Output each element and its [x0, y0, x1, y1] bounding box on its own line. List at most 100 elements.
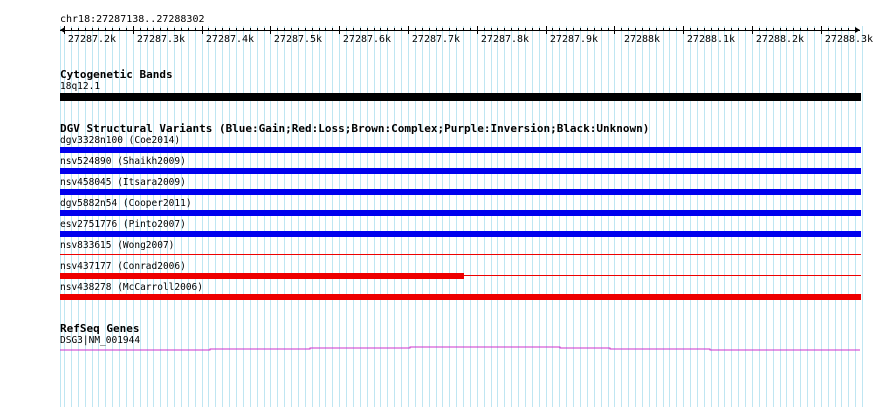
ruler-minor-tick	[566, 28, 567, 31]
ruler-minor-tick	[319, 28, 320, 31]
ruler-minor-tick	[236, 28, 237, 31]
ruler-minor-tick	[257, 28, 258, 31]
ruler-tick-label: 27288.2k	[755, 34, 805, 45]
ruler-minor-tick	[766, 28, 767, 31]
ruler-minor-tick	[731, 28, 732, 31]
ruler-minor-tick	[291, 28, 292, 31]
ruler-minor-tick	[181, 28, 182, 31]
ruler-tick-label: 27288.3k	[824, 34, 874, 45]
ruler-minor-tick	[380, 28, 381, 31]
ruler-minor-tick	[608, 28, 609, 31]
ruler-minor-tick	[855, 28, 856, 31]
ruler-minor-tick	[745, 28, 746, 31]
ruler-minor-tick	[119, 28, 120, 31]
ruler-minor-tick	[325, 28, 326, 31]
ruler-minor-tick	[332, 28, 333, 31]
ruler-minor-tick	[704, 28, 705, 31]
ruler-minor-tick	[711, 28, 712, 31]
ruler-minor-tick	[264, 28, 265, 31]
ruler-minor-tick	[621, 28, 622, 31]
ruler-minor-tick	[229, 28, 230, 31]
coordinate-ruler[interactable]: chr18:27287138..27288302 27287.2k 27287.3…	[0, 0, 890, 50]
ruler-minor-tick	[773, 28, 774, 31]
variant-label: dgv3328n100 (Coe2014)	[60, 135, 181, 146]
ruler-minor-tick	[573, 28, 574, 31]
ruler-minor-tick	[580, 28, 581, 31]
ruler-major-tick	[133, 26, 134, 34]
ruler-major-tick	[477, 26, 478, 34]
ruler-minor-tick	[676, 28, 677, 31]
ruler-minor-tick	[112, 28, 113, 31]
ruler-minor-tick	[98, 28, 99, 31]
ruler-minor-tick	[463, 28, 464, 31]
ruler-minor-tick	[649, 28, 650, 31]
ruler-line	[60, 30, 860, 31]
ruler-minor-tick	[367, 28, 368, 31]
ruler-minor-tick	[92, 28, 93, 31]
ruler-minor-tick	[346, 28, 347, 31]
ruler-major-tick	[339, 26, 340, 34]
ruler-minor-tick	[718, 28, 719, 31]
ruler-minor-tick	[401, 28, 402, 31]
variant-bar-gain[interactable]	[60, 231, 861, 237]
ruler-minor-tick	[663, 28, 664, 31]
variant-bar-loss[interactable]	[60, 294, 861, 300]
gene-intron-line[interactable]	[60, 346, 860, 351]
ruler-minor-tick	[456, 28, 457, 31]
ruler-major-tick	[546, 26, 547, 34]
ruler-minor-tick	[690, 28, 691, 31]
variant-bar-gain[interactable]	[60, 210, 861, 216]
ruler-minor-tick	[78, 28, 79, 31]
variant-bar-gain[interactable]	[60, 147, 861, 153]
ruler-minor-tick	[208, 28, 209, 31]
variant-label: nsv437177 (Conrad2006)	[60, 261, 186, 272]
cytoband-bar[interactable]	[60, 93, 861, 101]
ruler-minor-tick	[532, 28, 533, 31]
ruler-minor-tick	[298, 28, 299, 31]
ruler-minor-tick	[153, 28, 154, 31]
ruler-minor-tick	[167, 28, 168, 31]
ruler-minor-tick	[422, 28, 423, 31]
ruler-minor-tick	[250, 28, 251, 31]
variant-bar-gain[interactable]	[60, 189, 861, 195]
ruler-minor-tick	[105, 28, 106, 31]
ruler-tick-label: 27287.7k	[411, 34, 461, 45]
ruler-minor-tick	[491, 28, 492, 31]
ruler-minor-tick	[814, 28, 815, 31]
variant-bar-loss[interactable]	[60, 273, 464, 279]
ruler-minor-tick	[635, 28, 636, 31]
ruler-major-tick	[202, 26, 203, 34]
variant-bar-gain[interactable]	[60, 168, 861, 174]
ruler-minor-tick	[724, 28, 725, 31]
ruler-minor-tick	[353, 28, 354, 31]
ruler-minor-tick	[848, 28, 849, 31]
ruler-major-tick	[408, 26, 409, 34]
ruler-minor-tick	[140, 28, 141, 31]
ruler-minor-tick	[484, 28, 485, 31]
ruler-minor-tick	[504, 28, 505, 31]
ruler-tick-label: 27287.2k	[67, 34, 117, 45]
variant-line-loss[interactable]	[60, 254, 861, 255]
ruler-minor-tick	[442, 28, 443, 31]
ruler-minor-tick	[518, 28, 519, 31]
ruler-minor-tick	[497, 28, 498, 31]
genome-browser-view: chr18:27287138..27288302 27287.2k 27287.3…	[0, 0, 890, 407]
ruler-minor-tick	[559, 28, 560, 31]
dgv-track-title: DGV Structural Variants (Blue:Gain;Red:L…	[60, 122, 650, 135]
ruler-minor-tick	[841, 28, 842, 31]
ruler-minor-tick	[387, 28, 388, 31]
ruler-minor-tick	[470, 28, 471, 31]
ruler-tick-label: 27287.6k	[342, 34, 392, 45]
region-label: chr18:27287138..27288302	[60, 14, 205, 25]
gene-model[interactable]	[60, 344, 861, 354]
ruler-minor-tick	[656, 28, 657, 31]
ruler-minor-tick	[195, 28, 196, 31]
ruler-minor-tick	[759, 28, 760, 31]
refseq-track-title: RefSeq Genes	[60, 322, 140, 335]
ruler-minor-tick	[539, 28, 540, 31]
ruler-minor-tick	[807, 28, 808, 31]
ruler-major-tick	[64, 26, 65, 34]
variant-line-loss[interactable]	[464, 275, 861, 276]
ruler-minor-tick	[587, 28, 588, 31]
variant-label: nsv438278 (McCarroll2006)	[60, 282, 203, 293]
